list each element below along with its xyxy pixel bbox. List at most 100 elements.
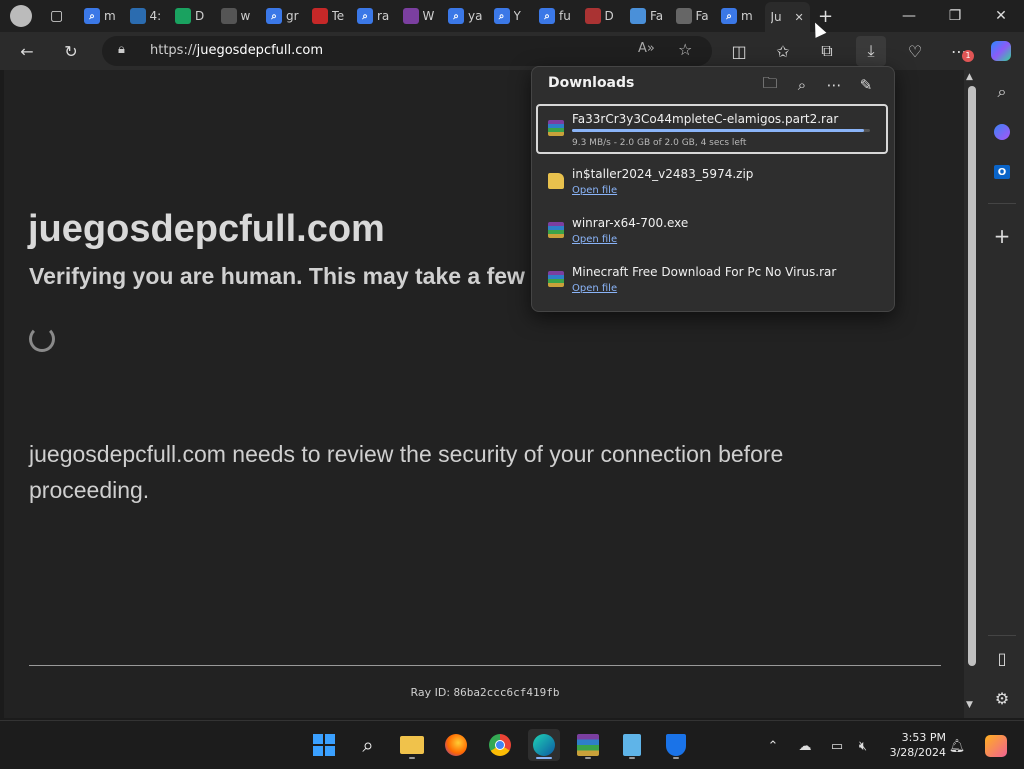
tab[interactable]: ⌕ Y [493,4,528,28]
tab-label: m [104,9,116,23]
download-file-name: Fa33rCr3y3Co44mpleteC-elamigos.part2.rar [572,112,839,126]
round-logo-icon [584,8,601,24]
tab[interactable]: w [220,4,255,28]
close-tab-icon[interactable]: ✕ [795,11,804,24]
tab[interactable]: Te [311,4,346,28]
scroll-up-arrow-icon[interactable]: ▲ [966,72,973,82]
open-folder-icon[interactable]: 🗀︎ [756,71,784,99]
tab-active[interactable]: Ju ✕ [764,2,810,32]
tab[interactable]: ⌕ m [721,4,755,28]
read-aloud-icon[interactable]: A» [638,41,655,56]
firefox-icon[interactable] [440,729,472,761]
sidebar-settings-gear-icon[interactable]: ⚙ [984,682,1020,714]
tab[interactable]: 4: [129,4,164,28]
tab-label: fu [559,9,571,23]
sidebar-search-icon[interactable]: ⌕ [984,76,1020,108]
file-explorer-icon[interactable] [396,729,428,761]
tab[interactable]: ⌕ ya [448,4,482,28]
search-downloads-icon[interactable]: ⌕ [788,71,816,99]
security-review-message: juegosdepcfull.com needs to review the s… [29,441,784,503]
refresh-icon[interactable]: ↻ [56,36,86,66]
tab[interactable]: ⌕ fu [539,4,573,28]
search-icon: ⌕ [721,8,737,24]
lock-page-icon [220,8,237,24]
notification-bell-icon[interactable]: 🔔︎ [946,735,968,757]
address-bar[interactable]: 🔒︎ https://juegosdepcfull.com A» ☆ [102,36,712,66]
lock-icon[interactable]: 🔒︎ [118,42,125,57]
close-window-button[interactable]: ✕ [978,0,1024,32]
tab[interactable]: Fa [675,4,710,28]
clock-time: 3:53 PM [901,731,946,744]
favorite-star-icon[interactable]: ☆ [678,40,692,59]
divider [29,665,941,666]
download-file-name: winrar-x64-700.exe [572,216,689,230]
download-file-name: in$taller2024_v2483_5974.zip [572,167,754,181]
network-monitor-icon[interactable]: ▭ [826,735,848,757]
winrar-taskbar-icon[interactable] [572,729,604,761]
collections-icon[interactable]: ⧉ [812,36,842,66]
split-screen-icon[interactable]: ◫ [724,36,754,66]
profile-avatar-icon[interactable] [10,5,32,27]
open-file-link[interactable]: Open file [572,234,617,245]
open-file-link[interactable]: Open file [572,185,617,196]
loading-icon [630,8,646,24]
url-text: https://juegosdepcfull.com [150,43,324,58]
notepad-icon[interactable] [616,729,648,761]
zip-folder-icon [548,173,564,189]
onedrive-cloud-icon[interactable]: ☁ [794,735,816,757]
downloads-icon[interactable]: ⤓ [856,36,886,66]
tab[interactable]: ⌕ m [84,4,118,28]
chrome-icon[interactable] [484,729,516,761]
edge-icon[interactable] [528,729,560,761]
verify-message: Verifying you are human. This may take a… [29,263,545,289]
sidebar-add-icon[interactable]: + [984,220,1020,252]
download-item[interactable]: Fa33rCr3y3Co44mpleteC-elamigos.part2.rar… [536,104,888,154]
more-options-icon[interactable]: ⋯ [820,71,848,99]
download-item[interactable]: winrar-x64-700.exe Open file [536,208,888,258]
performance-heart-icon[interactable]: ♡ [900,36,930,66]
start-windows-icon[interactable] [308,729,340,761]
tab-label: Ju [770,10,782,24]
tab-actions-icon[interactable]: ▢ [50,8,66,24]
tab[interactable]: Fa [630,4,664,28]
windows-taskbar: ⌕ ⌃ ☁ ▭ 🔇︎ 3:53 PM 3/28/2024 🔔︎ [0,720,1024,769]
sidebar-panel-icon[interactable]: ▯ [984,642,1020,674]
tab[interactable]: ⌕ gr [266,4,300,28]
download-item[interactable]: Minecraft Free Download For Pc No Virus.… [536,257,888,307]
opera-o-icon [175,8,191,24]
scroll-down-arrow-icon[interactable]: ▼ [966,700,973,710]
tab-label: D [195,9,205,23]
volume-muted-icon[interactable]: 🔇︎ [852,735,874,757]
scrollbar-thumb[interactable] [968,86,976,666]
copilot-icon[interactable] [986,36,1016,66]
favorites-icon[interactable]: ✩ [768,36,798,66]
windows-security-shield-icon[interactable] [660,729,692,761]
tab-label: ra [377,9,390,23]
sidebar-outlook-icon[interactable]: O [984,156,1020,188]
tab-label: W [422,9,435,23]
restore-button[interactable]: ❐ [932,0,978,32]
tab[interactable]: ⌕ ra [357,4,391,28]
tab-label: Y [513,9,521,23]
tab-label: m [741,9,753,23]
tab[interactable]: D [584,4,619,28]
clock-date: 3/28/2024 [889,746,946,759]
winrar-file-icon [548,120,564,136]
mail-icon [311,8,328,24]
tab[interactable]: D [175,4,209,28]
winrar-file-icon [548,222,564,238]
pin-icon[interactable]: ✎ [852,71,880,99]
back-arrow-icon[interactable]: ← [12,36,42,66]
tab[interactable]: W [402,4,437,28]
sidebar-copilot-icon[interactable] [984,116,1020,148]
browser-toolbar: ← ↻ 🔒︎ https://juegosdepcfull.com A» ☆ ◫… [0,32,1024,70]
taskbar-search-icon[interactable]: ⌕ [352,729,384,761]
taskbar-clock[interactable]: 3:53 PM 3/28/2024 [882,730,946,760]
downloads-title: Downloads [548,75,635,91]
copilot-pre-icon[interactable] [982,735,1010,757]
download-item[interactable]: in$taller2024_v2483_5974.zip Open file [536,159,888,209]
minimize-button[interactable]: — [886,0,932,32]
tray-chevron-up-icon[interactable]: ⌃ [762,735,784,757]
open-file-link[interactable]: Open file [572,283,617,294]
tab-label: Te [331,9,345,23]
